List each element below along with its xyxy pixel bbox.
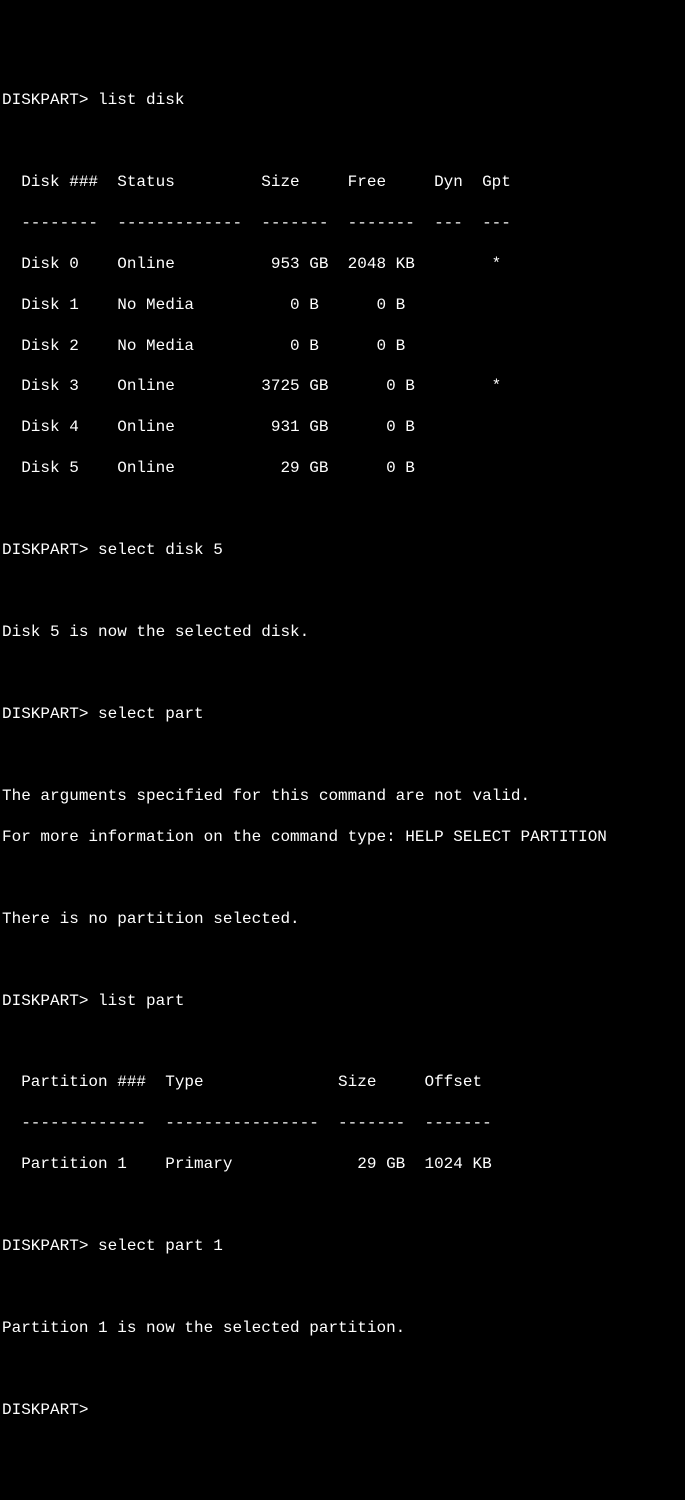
blank-line <box>2 663 683 683</box>
disk-table-row: Disk 5 Online 29 GB 0 B <box>2 458 683 478</box>
output-message: Disk 5 is now the selected disk. <box>2 622 683 642</box>
help-message: For more information on the command type… <box>2 827 683 847</box>
blank-line <box>2 1031 683 1051</box>
disk-table-row: Disk 1 No Media 0 B 0 B <box>2 295 683 315</box>
prompt: DISKPART> <box>2 705 88 723</box>
command-line: DISKPART> select part 1 <box>2 1236 683 1256</box>
command-line: DISKPART> select disk 5 <box>2 540 683 560</box>
partition-table-row: Partition 1 Primary 29 GB 1024 KB <box>2 1154 683 1174</box>
blank-line <box>2 131 683 151</box>
blank-line <box>2 1195 683 1215</box>
blank-line <box>2 581 683 601</box>
disk-table-row: Disk 0 Online 953 GB 2048 KB * <box>2 254 683 274</box>
command-text: select disk 5 <box>98 541 223 559</box>
prompt: DISKPART> <box>2 1237 88 1255</box>
prompt: DISKPART> <box>2 1401 88 1419</box>
blank-line <box>2 1277 683 1297</box>
blank-line <box>2 868 683 888</box>
command-text: select part <box>98 705 204 723</box>
status-message: There is no partition selected. <box>2 909 683 929</box>
command-line: DISKPART> list disk <box>2 90 683 110</box>
command-text: list disk <box>98 91 184 109</box>
command-line: DISKPART> list part <box>2 991 683 1011</box>
partition-table-separator: ------------- ---------------- ------- -… <box>2 1113 683 1133</box>
command-text: list part <box>98 992 184 1010</box>
disk-table-row: Disk 3 Online 3725 GB 0 B * <box>2 376 683 396</box>
cursor <box>98 1401 107 1419</box>
disk-table-header: Disk ### Status Size Free Dyn Gpt <box>2 172 683 192</box>
current-prompt-line[interactable]: DISKPART> <box>2 1400 683 1420</box>
blank-line <box>2 499 683 519</box>
prompt: DISKPART> <box>2 992 88 1010</box>
error-message: The arguments specified for this command… <box>2 786 683 806</box>
disk-table-row: Disk 2 No Media 0 B 0 B <box>2 336 683 356</box>
blank-line <box>2 745 683 765</box>
prompt: DISKPART> <box>2 541 88 559</box>
blank-line <box>2 1359 683 1379</box>
blank-line <box>2 950 683 970</box>
output-message: Partition 1 is now the selected partitio… <box>2 1318 683 1338</box>
disk-table-separator: -------- ------------- ------- ------- -… <box>2 213 683 233</box>
disk-table-row: Disk 4 Online 931 GB 0 B <box>2 417 683 437</box>
command-text: select part 1 <box>98 1237 223 1255</box>
command-line: DISKPART> select part <box>2 704 683 724</box>
partition-table-header: Partition ### Type Size Offset <box>2 1072 683 1092</box>
prompt: DISKPART> <box>2 91 88 109</box>
